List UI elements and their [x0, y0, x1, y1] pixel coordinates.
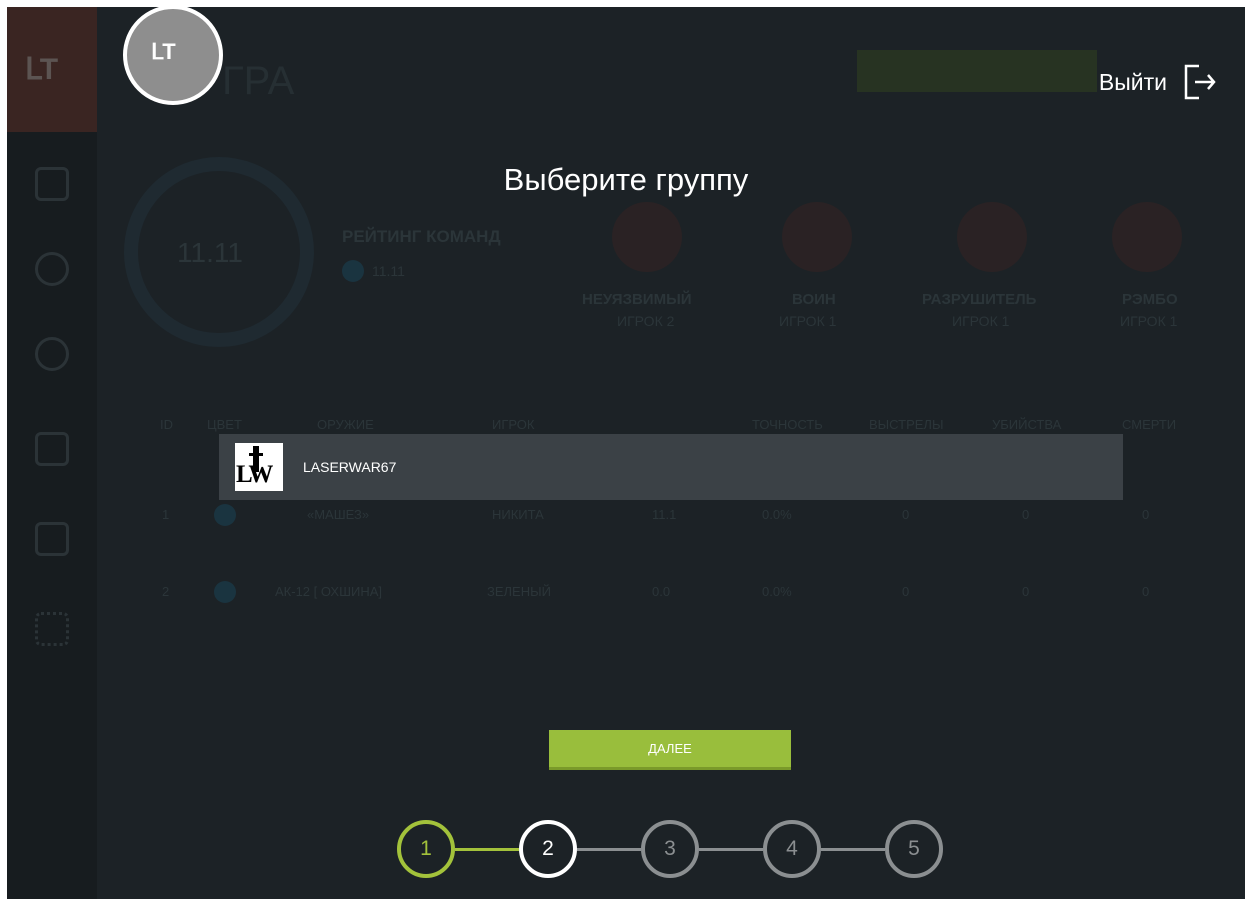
bg-award-player: ИГРОК 2: [617, 313, 675, 329]
app-window: ᒪT ГРА 11.11 РЕЙТИНГ КОМАНД 11.11 НЕУЯЗВ…: [7, 7, 1245, 899]
bg-cell: НИКИТА: [492, 507, 544, 522]
shield-icon: [612, 202, 682, 272]
bg-cell: 0.0: [652, 584, 671, 599]
logout-button[interactable]: Выйти: [1099, 63, 1217, 101]
step-5[interactable]: 5: [885, 820, 943, 878]
bg-col-header: ТОЧНОСТЬ: [752, 417, 823, 432]
bg-cell: 0.0%: [762, 507, 792, 522]
bg-col-header: ВЫСТРЕЛЫ: [869, 417, 944, 432]
bg-header-button: [857, 50, 1097, 92]
bg-page-title: ГРА: [222, 59, 295, 103]
logout-label: Выйти: [1098, 68, 1167, 95]
bg-col-header: ИГРОК: [492, 417, 535, 432]
group-logo-text: LW: [236, 461, 273, 488]
bg-cell: 0: [902, 584, 910, 599]
group-name: LASERWAR67: [303, 459, 397, 475]
grid-dots-icon: [35, 612, 69, 646]
bg-rating-dot: [342, 260, 364, 282]
logo-figure-arm: [249, 453, 263, 456]
bg-col-header: ОРУЖИЕ: [317, 417, 374, 432]
step-connector: [699, 848, 763, 851]
bg-award-title: РАЗРУШИТЕЛЬ: [922, 291, 1037, 308]
next-button[interactable]: ДАЛЕЕ: [549, 730, 791, 770]
bg-rating-value: 11.11: [372, 263, 405, 279]
bg-award-player: ИГРОК 1: [1120, 313, 1178, 329]
logout-icon: [1184, 64, 1216, 100]
fist-icon: [957, 202, 1027, 272]
pie-chart-icon: [35, 337, 69, 371]
bg-cell: «МАШЕЗ»: [307, 507, 370, 522]
bg-rating-label: РЕЙТИНГ КОМАНД: [342, 227, 501, 246]
avatar[interactable]: ᒪT: [123, 7, 223, 105]
bg-cell: 0: [1022, 507, 1030, 522]
bg-color-dot: [214, 504, 236, 526]
bg-award-title: ВОИН: [792, 291, 836, 308]
bg-award-title: РЭМБО: [1122, 291, 1178, 308]
step-4[interactable]: 4: [763, 820, 821, 878]
bg-award-title: НЕУЯЗВИМЫЙ: [582, 291, 692, 308]
bg-cell: 0: [1142, 584, 1150, 599]
bg-award-player: ИГРОК 1: [779, 313, 837, 329]
bg-cell: 0: [1022, 584, 1030, 599]
step-connector: [455, 848, 519, 851]
bg-timer: 11.11: [177, 237, 243, 268]
bg-award-player: ИГРОК 1: [952, 313, 1010, 329]
group-logo: LW: [235, 443, 283, 491]
dialog-heading: Выберите группу: [503, 162, 749, 197]
bg-cell: 0: [1142, 507, 1150, 522]
bg-cell: 0.0%: [762, 584, 792, 599]
star-icon: [782, 202, 852, 272]
bg-cell: 11.1: [652, 507, 677, 522]
bg-col-header: ID: [160, 417, 173, 432]
paperclip-icon: [35, 252, 69, 286]
bg-cell: АК-12 [ ОХШИНА]: [275, 584, 382, 599]
group-list: LW LASERWAR67: [219, 434, 1123, 500]
sidebar: ᒪT: [7, 7, 97, 899]
group-item[interactable]: LW LASERWAR67: [219, 434, 1123, 500]
step-3[interactable]: 3: [641, 820, 699, 878]
bg-cell: 2: [162, 584, 170, 599]
bg-cell: 0: [902, 507, 910, 522]
avatar-logo-text: ᒪT: [151, 39, 176, 64]
sidebar-logo: ᒪT: [7, 7, 97, 132]
bg-col-header: УБИЙСТВА: [992, 417, 1062, 432]
stepper: 1 2 3 4 5: [397, 820, 947, 884]
music-icon: [35, 522, 69, 556]
step-connector: [821, 848, 885, 851]
bg-cell: 1: [162, 507, 170, 522]
ammo-icon: [1112, 202, 1182, 272]
user-icon: [35, 432, 69, 466]
step-2[interactable]: 2: [519, 820, 577, 878]
step-connector: [577, 848, 641, 851]
bg-col-header: СМЕРТИ: [1122, 417, 1177, 432]
step-1[interactable]: 1: [397, 820, 455, 878]
bg-cell: ЗЕЛЕНЫЙ: [487, 584, 551, 599]
bg-color-dot: [214, 581, 236, 603]
logo-text: ᒪT: [25, 53, 58, 86]
bg-col-header: ЦВЕТ: [207, 417, 242, 432]
